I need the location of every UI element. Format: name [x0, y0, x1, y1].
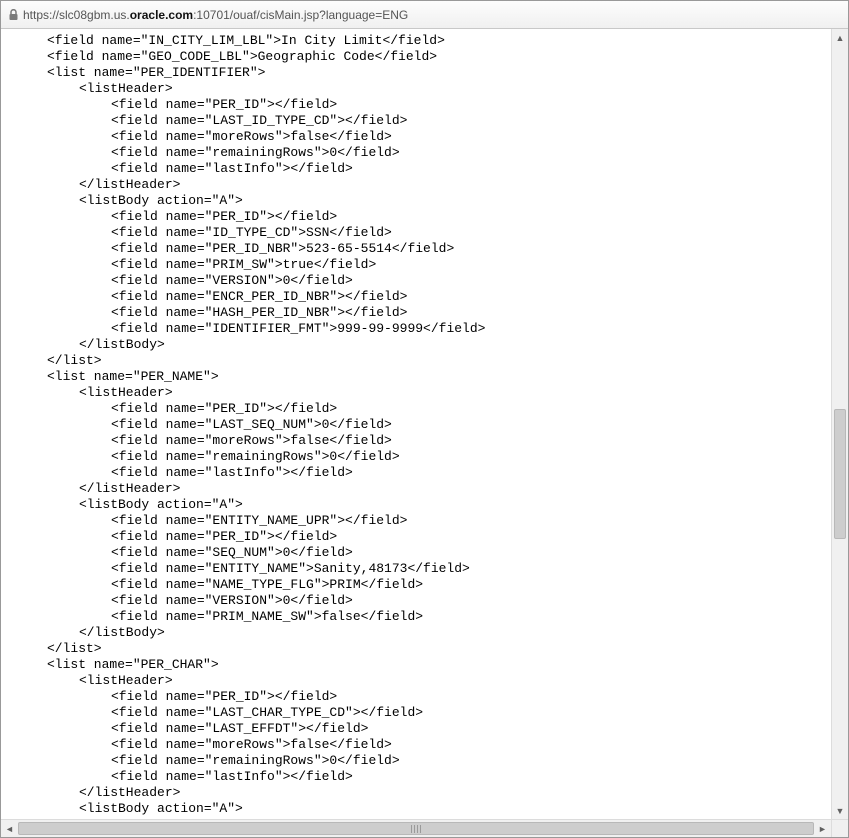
code-line: <listBody action="A"> [15, 801, 848, 817]
horizontal-scroll-track[interactable] [18, 822, 814, 835]
code-line: <field name="remainingRows">0</field> [15, 145, 848, 161]
url-text: https://slc08gbm.us.oracle.com:10701/oua… [23, 8, 408, 22]
code-line: <list name="PER_CHAR"> [15, 657, 848, 673]
url-suffix: :10701/ouaf/cisMain.jsp?language=ENG [193, 8, 408, 22]
code-line: </listBody> [15, 625, 848, 641]
code-line: <field name="PRIM_NAME_SW">false</field> [15, 609, 848, 625]
code-line: <field name="PER_ID"></field> [15, 209, 848, 225]
code-line: <field name="ID_TYPE_CD">SSN</field> [15, 225, 848, 241]
code-line: <field name="moreRows">false</field> [15, 433, 848, 449]
scroll-up-arrow[interactable]: ▲ [832, 29, 848, 46]
code-line: <field name="VERSION">0</field> [15, 593, 848, 609]
code-line: <field name="HASH_PER_ID_NBR"></field> [15, 305, 848, 321]
code-line: <field name="PER_ID"></field> [15, 97, 848, 113]
code-line: <field name="LAST_ID_TYPE_CD"></field> [15, 113, 848, 129]
code-line: <field name="remainingRows">0</field> [15, 753, 848, 769]
code-line: </listHeader> [15, 481, 848, 497]
code-line: <listBody action="A"> [15, 193, 848, 209]
code-line: <field name="IDENTIFIER_FMT">999-99-9999… [15, 321, 848, 337]
code-line: <field name="lastInfo"></field> [15, 465, 848, 481]
code-line: </listBody> [15, 337, 848, 353]
content-viewport: <field name="IN_CITY_LIM_LBL">In City Li… [1, 29, 848, 819]
vertical-scroll-thumb[interactable] [834, 409, 846, 539]
code-line: </listHeader> [15, 785, 848, 801]
code-line: <field name="moreRows">false</field> [15, 737, 848, 753]
xml-content: <field name="IN_CITY_LIM_LBL">In City Li… [1, 29, 848, 817]
code-line: <listHeader> [15, 385, 848, 401]
code-line: <field name="VERSION">0</field> [15, 273, 848, 289]
code-line: </listHeader> [15, 177, 848, 193]
code-line: <field name="PRIM_SW">true</field> [15, 257, 848, 273]
horizontal-scroll-thumb[interactable] [18, 822, 814, 835]
scroll-right-arrow[interactable]: ► [814, 820, 831, 837]
code-line: <field name="LAST_EFFDT"></field> [15, 721, 848, 737]
code-line: <field name="PER_ID_NBR">523-65-5514</fi… [15, 241, 848, 257]
code-line: <field name="ENTITY_NAME_UPR"></field> [15, 513, 848, 529]
code-line: <listHeader> [15, 81, 848, 97]
code-line: <field name="lastInfo"></field> [15, 769, 848, 785]
code-line: <listHeader> [15, 673, 848, 689]
code-line: <field name="NAME_TYPE_FLG">PRIM</field> [15, 577, 848, 593]
scrollbar-corner [831, 820, 848, 837]
scroll-grip-icon [411, 825, 421, 833]
code-line: <listBody action="A"> [15, 497, 848, 513]
code-line: <field name="IN_CITY_LIM_LBL">In City Li… [15, 33, 848, 49]
code-line: <field name="SEQ_NUM">0</field> [15, 545, 848, 561]
code-line: </list> [15, 641, 848, 657]
code-line: </list> [15, 353, 848, 369]
code-line: <field name="moreRows">false</field> [15, 129, 848, 145]
code-line: <field name="ENCR_PER_ID_NBR"></field> [15, 289, 848, 305]
code-line: <field name="PER_ID"></field> [15, 689, 848, 705]
code-line: <list name="PER_NAME"> [15, 369, 848, 385]
code-line: <field name="GEO_CODE_LBL">Geographic Co… [15, 49, 848, 65]
url-prefix: https://slc08gbm.us. [23, 8, 130, 22]
code-line: <field name="LAST_CHAR_TYPE_CD"></field> [15, 705, 848, 721]
code-line: <list name="PER_IDENTIFIER"> [15, 65, 848, 81]
url-host: oracle.com [130, 8, 193, 22]
lock-icon [7, 9, 19, 21]
scroll-left-arrow[interactable]: ◄ [1, 820, 18, 837]
address-bar[interactable]: https://slc08gbm.us.oracle.com:10701/oua… [1, 1, 848, 29]
code-line: <field name="PER_ID"></field> [15, 401, 848, 417]
code-line: <field name="LAST_SEQ_NUM">0</field> [15, 417, 848, 433]
code-line: <field name="lastInfo"></field> [15, 161, 848, 177]
code-line: <field name="PER_ID"></field> [15, 529, 848, 545]
vertical-scrollbar[interactable]: ▲ ▼ [831, 29, 848, 819]
code-line: <field name="ENTITY_NAME">Sanity,48173</… [15, 561, 848, 577]
horizontal-scrollbar[interactable]: ◄ ► [1, 819, 848, 837]
code-line: <field name="remainingRows">0</field> [15, 449, 848, 465]
scroll-down-arrow[interactable]: ▼ [832, 802, 848, 819]
